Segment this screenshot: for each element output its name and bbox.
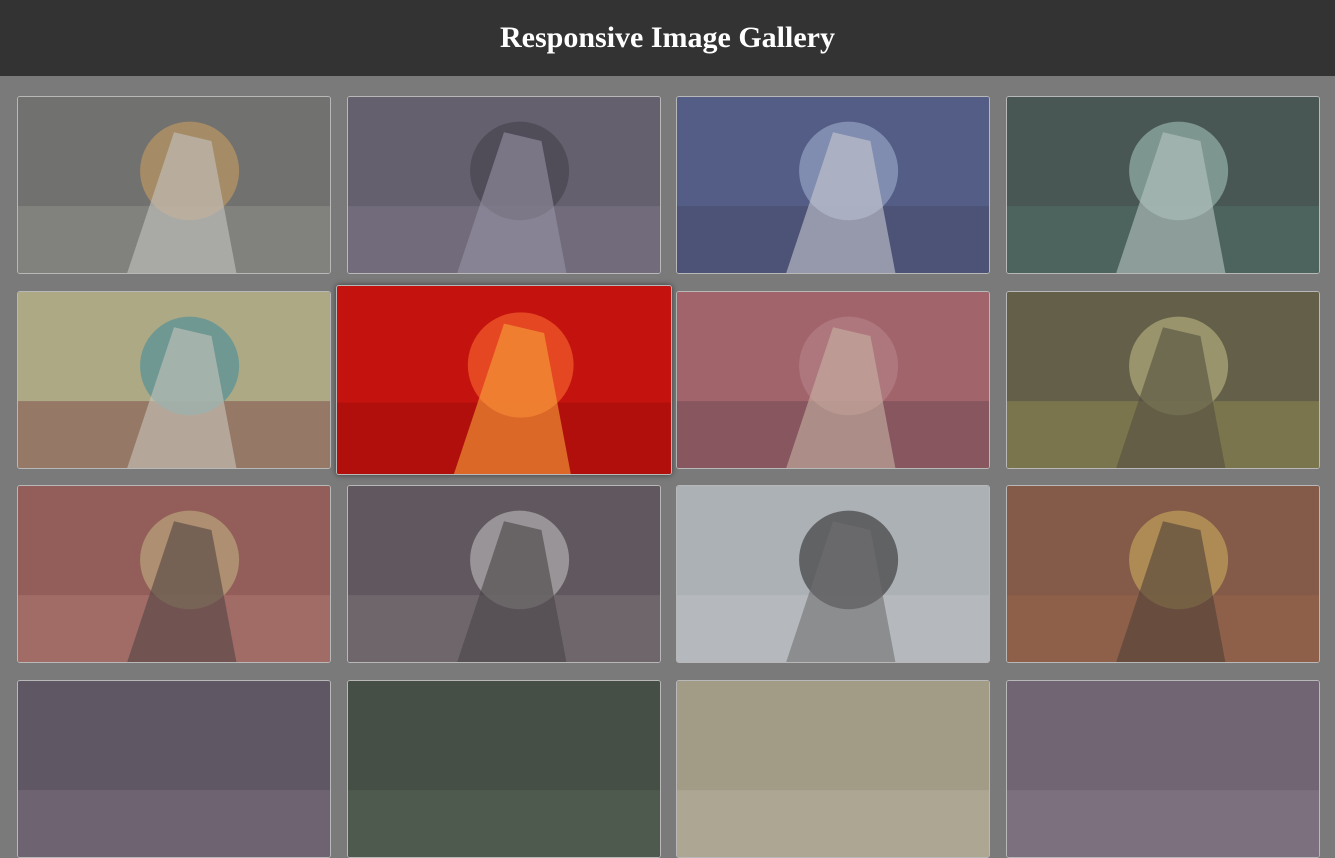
gallery-image-ice-warrior-moon[interactable] bbox=[676, 96, 990, 274]
gallery-image-wolf-pink-city[interactable] bbox=[676, 291, 990, 469]
image-gallery bbox=[0, 76, 1335, 858]
gallery-image-row4-c[interactable] bbox=[676, 680, 990, 858]
gallery-image-dragons-yellow[interactable] bbox=[17, 291, 331, 469]
gallery-image-sun-god-hands[interactable] bbox=[1006, 485, 1320, 663]
gallery-image-angel-hammer[interactable] bbox=[17, 485, 331, 663]
gallery-image-crystal-knight[interactable] bbox=[347, 485, 661, 663]
gallery-image-row4-a[interactable] bbox=[17, 680, 331, 858]
gallery-image-row4-d[interactable] bbox=[1006, 680, 1320, 858]
page-header: Responsive Image Gallery bbox=[0, 0, 1335, 76]
gallery-image-row4-b[interactable] bbox=[347, 680, 661, 858]
gallery-image-white-horse-sun[interactable] bbox=[17, 96, 331, 274]
page-title: Responsive Image Gallery bbox=[500, 21, 835, 54]
gallery-image-horned-queen[interactable] bbox=[676, 485, 990, 663]
gallery-image-fire-woman-red[interactable] bbox=[336, 285, 672, 475]
gallery-image-antlered-reaper[interactable] bbox=[1006, 291, 1320, 469]
gallery-image-spider-web[interactable] bbox=[347, 96, 661, 274]
gallery-image-serpent-goddess[interactable] bbox=[1006, 96, 1320, 274]
